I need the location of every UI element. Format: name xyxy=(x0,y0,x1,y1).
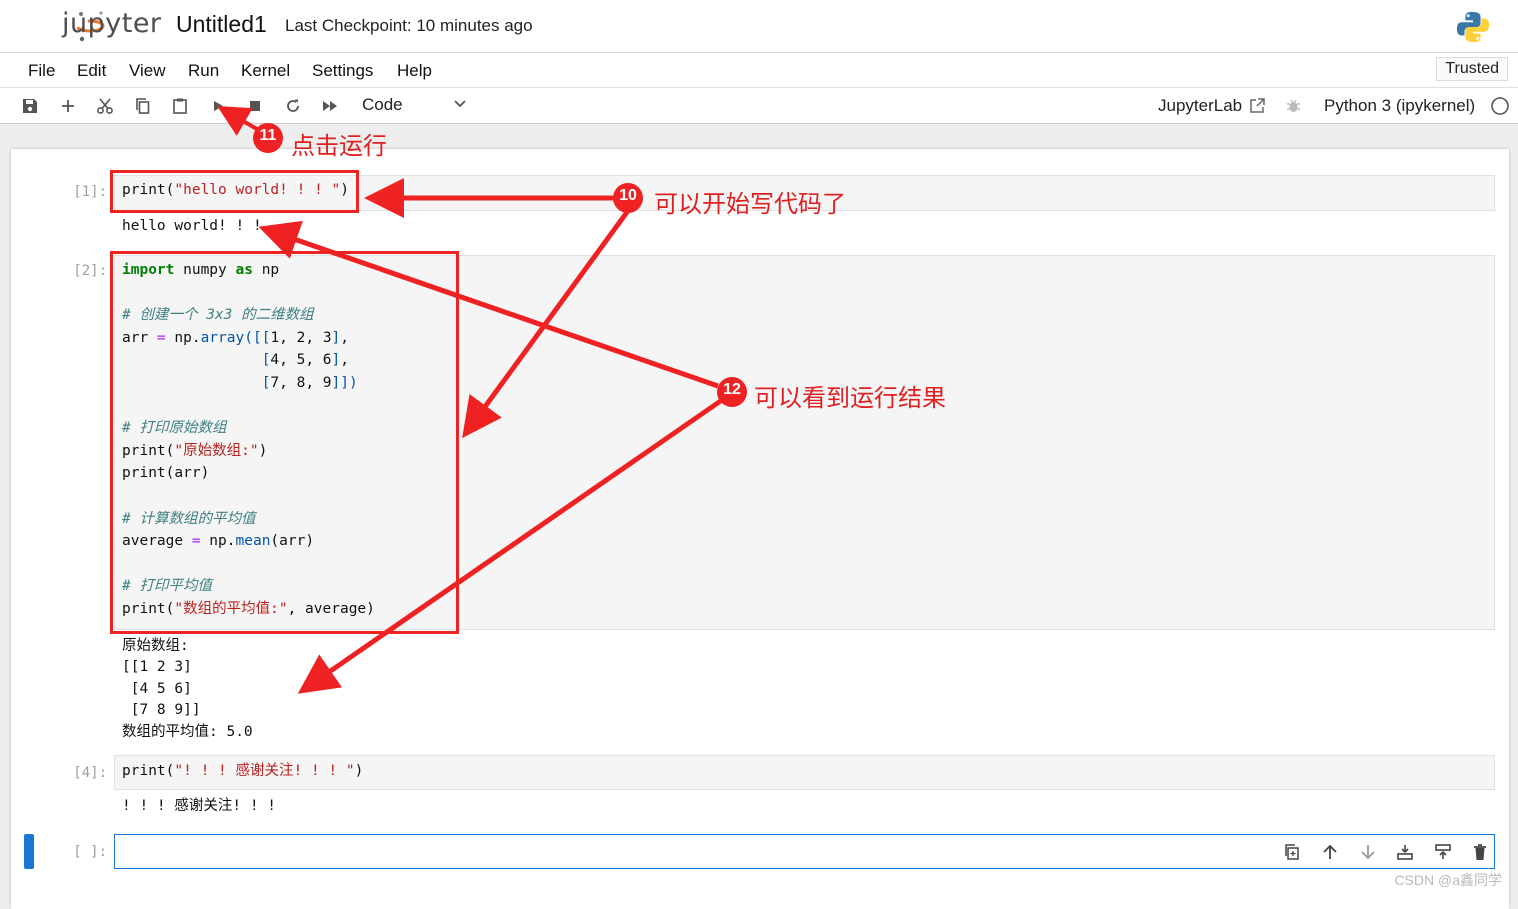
insert-below-icon[interactable] xyxy=(1432,841,1454,863)
menu-help[interactable]: Help xyxy=(397,61,432,81)
notebook-title[interactable]: Untitled1 xyxy=(176,11,267,38)
annotation-result-text: 可以看到运行结果 xyxy=(754,384,946,412)
output-line: [4 5 6] xyxy=(122,680,192,697)
fast-forward-icon[interactable] xyxy=(317,93,343,119)
cell-prompt: [1]: xyxy=(73,184,107,200)
notebook-toolbar: Code JupyterLab Python 3 (ipykernel) xyxy=(0,88,1518,124)
kernel-name[interactable]: Python 3 (ipykernel) xyxy=(1324,96,1475,116)
menu-bar: File Edit View Run Kernel Settings Help … xyxy=(0,53,1518,88)
cell-output: ! ! ! 感谢关注! ! ! xyxy=(122,798,277,814)
chevron-down-icon[interactable] xyxy=(452,96,468,117)
move-up-icon[interactable] xyxy=(1319,841,1341,863)
stop-icon[interactable] xyxy=(242,93,268,119)
external-link-icon[interactable] xyxy=(1249,97,1266,119)
step-11-number: 11 xyxy=(259,127,277,144)
output-line: [7 8 9]] xyxy=(122,702,201,719)
menu-kernel[interactable]: Kernel xyxy=(241,61,290,81)
annotation-write-code-text: 可以开始写代码了 xyxy=(654,190,846,218)
add-cell-icon[interactable] xyxy=(55,93,81,119)
output-line: 原始数组: xyxy=(122,638,189,654)
menu-view[interactable]: View xyxy=(129,61,166,81)
code-line: print("! ! ! 感谢关注! ! ! ") xyxy=(122,763,364,779)
debugger-bug-icon[interactable] xyxy=(1285,97,1302,119)
insert-above-icon[interactable] xyxy=(1394,841,1416,863)
duplicate-cell-icon[interactable] xyxy=(1281,841,1303,863)
cell-output: hello world! ! ! xyxy=(122,218,262,234)
trusted-indicator[interactable]: Trusted xyxy=(1436,57,1508,81)
copy-icon[interactable] xyxy=(130,93,156,119)
watermark: CSDN @a鑫同学 xyxy=(1394,872,1502,888)
annotation-run-text: 点击运行 xyxy=(291,132,387,160)
move-down-icon[interactable] xyxy=(1357,841,1379,863)
active-cell-indicator xyxy=(24,834,34,869)
cell-prompt: [4]: xyxy=(73,765,107,781)
highlight-cell-2 xyxy=(110,251,459,634)
run-icon[interactable] xyxy=(205,93,231,119)
menu-settings[interactable]: Settings xyxy=(312,61,373,81)
menu-file[interactable]: File xyxy=(28,61,55,81)
menu-edit[interactable]: Edit xyxy=(77,61,106,81)
jupyterlab-link[interactable]: JupyterLab xyxy=(1158,96,1242,116)
python-logo-icon xyxy=(1456,11,1490,43)
cell-prompt: [2]: xyxy=(73,263,107,279)
step-10-number: 10 xyxy=(619,187,637,204)
paste-icon[interactable] xyxy=(167,93,193,119)
cell-output: 原始数组: [[1 2 3] [4 5 6] [7 8 9]] 数组的平均值: … xyxy=(122,636,253,743)
restart-icon[interactable] xyxy=(280,93,306,119)
code-string: "! ! ! 感谢关注! ! ! " xyxy=(174,763,355,779)
step-12-number: 12 xyxy=(723,381,741,398)
output-line: 数组的平均值: 5.0 xyxy=(122,723,253,740)
top-bar: jupyter Untitled1 Last Checkpoint: 10 mi… xyxy=(0,0,1518,53)
save-icon[interactable] xyxy=(17,93,43,119)
output-line: [[1 2 3] xyxy=(122,659,192,676)
delete-cell-icon[interactable] xyxy=(1469,841,1491,863)
kernel-status-idle-icon xyxy=(1490,96,1510,121)
cut-icon[interactable] xyxy=(92,93,118,119)
logo-text: jupyter xyxy=(62,8,162,39)
menu-run[interactable]: Run xyxy=(188,61,219,81)
checkpoint-status: Last Checkpoint: 10 minutes ago xyxy=(285,16,533,35)
highlight-cell-1 xyxy=(110,170,359,213)
cell-prompt: [ ]: xyxy=(73,844,107,860)
